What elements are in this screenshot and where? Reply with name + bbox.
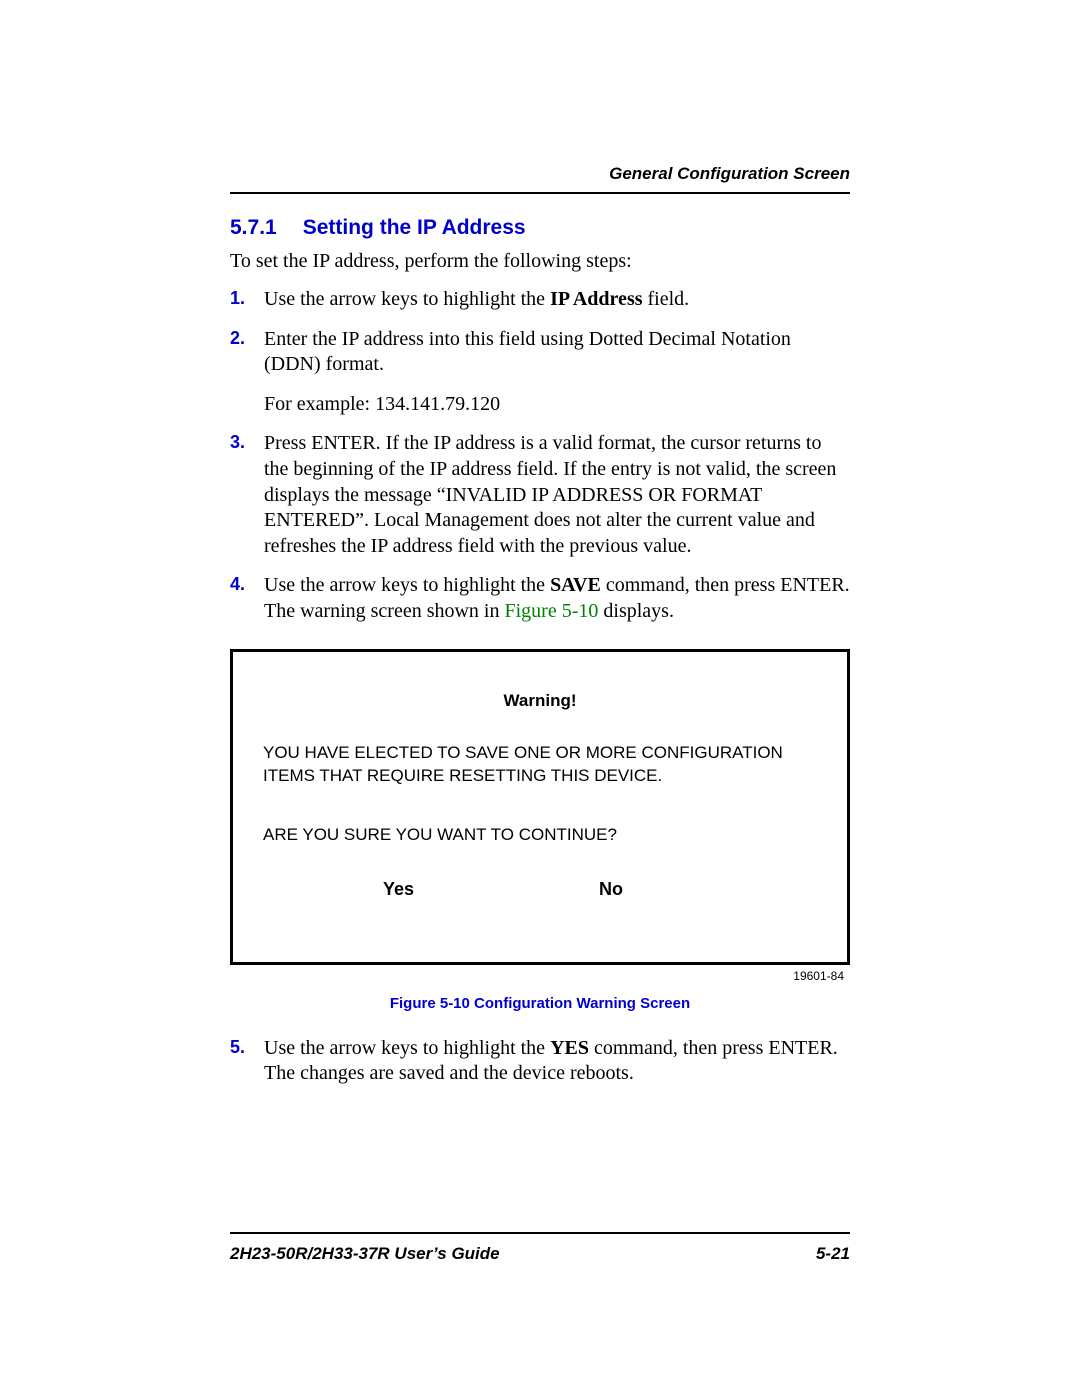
no-option: No <box>599 877 623 901</box>
step-list-continued: 5. Use the arrow keys to highlight the Y… <box>230 1036 850 1087</box>
step-2: 2. Enter the IP address into this field … <box>230 327 850 418</box>
footer-rule <box>230 1232 850 1234</box>
step-text-pre: Use the arrow keys to highlight the <box>264 288 550 310</box>
step-text-post: field. <box>643 288 690 310</box>
running-header: General Configuration Screen <box>230 164 850 184</box>
section-number: 5.7.1 <box>230 216 277 239</box>
section-title: Setting the IP Address <box>303 216 526 239</box>
step-marker: 5. <box>230 1036 245 1059</box>
section-intro: To set the IP address, perform the follo… <box>230 250 850 273</box>
figure-code: 19601-84 <box>230 969 850 983</box>
step-list: 1. Use the arrow keys to highlight the I… <box>230 287 850 625</box>
step-5: 5. Use the arrow keys to highlight the Y… <box>230 1036 850 1087</box>
step-text-pre: Use the arrow keys to highlight the <box>264 1037 550 1059</box>
step-1: 1. Use the arrow keys to highlight the I… <box>230 287 850 313</box>
section-heading: 5.7.1 Setting the IP Address <box>230 216 850 240</box>
header-rule <box>230 192 850 194</box>
yes-option: Yes <box>383 877 414 901</box>
step-bold: SAVE <box>550 574 601 596</box>
footer-page-number: 5-21 <box>816 1244 850 1264</box>
footer-guide: 2H23-50R/2H33-37R User’s Guide <box>230 1244 500 1264</box>
step-text: Press ENTER. If the IP address is a vali… <box>264 432 836 556</box>
step-text-tail: displays. <box>598 600 674 622</box>
step-text: Enter the IP address into this field usi… <box>264 328 791 376</box>
step-3: 3. Press ENTER. If the IP address is a v… <box>230 431 850 559</box>
figure-caption: Figure 5-10 Configuration Warning Screen <box>230 995 850 1012</box>
step-text-pre: Use the arrow keys to highlight the <box>264 574 550 596</box>
step-marker: 1. <box>230 287 245 310</box>
warning-title: Warning! <box>263 690 817 713</box>
step-4: 4. Use the arrow keys to highlight the S… <box>230 573 850 624</box>
figure-reference[interactable]: Figure 5-10 <box>505 600 599 622</box>
step-marker: 3. <box>230 431 245 454</box>
step-bold: YES <box>550 1037 589 1059</box>
step-example: For example: 134.141.79.120 <box>264 392 850 418</box>
page-content: General Configuration Screen 5.7.1 Settin… <box>230 164 850 1101</box>
step-marker: 4. <box>230 573 245 596</box>
page-footer: 2H23-50R/2H33-37R User’s Guide 5-21 <box>230 1232 850 1264</box>
warning-buttons: Yes No <box>263 877 817 901</box>
step-bold: IP Address <box>550 288 642 310</box>
step-marker: 2. <box>230 327 245 350</box>
warning-question: ARE YOU SURE YOU WANT TO CONTINUE? <box>263 824 817 847</box>
warning-body: YOU HAVE ELECTED TO SAVE ONE OR MORE CON… <box>263 742 817 788</box>
warning-screen-figure: Warning! YOU HAVE ELECTED TO SAVE ONE OR… <box>230 649 850 965</box>
